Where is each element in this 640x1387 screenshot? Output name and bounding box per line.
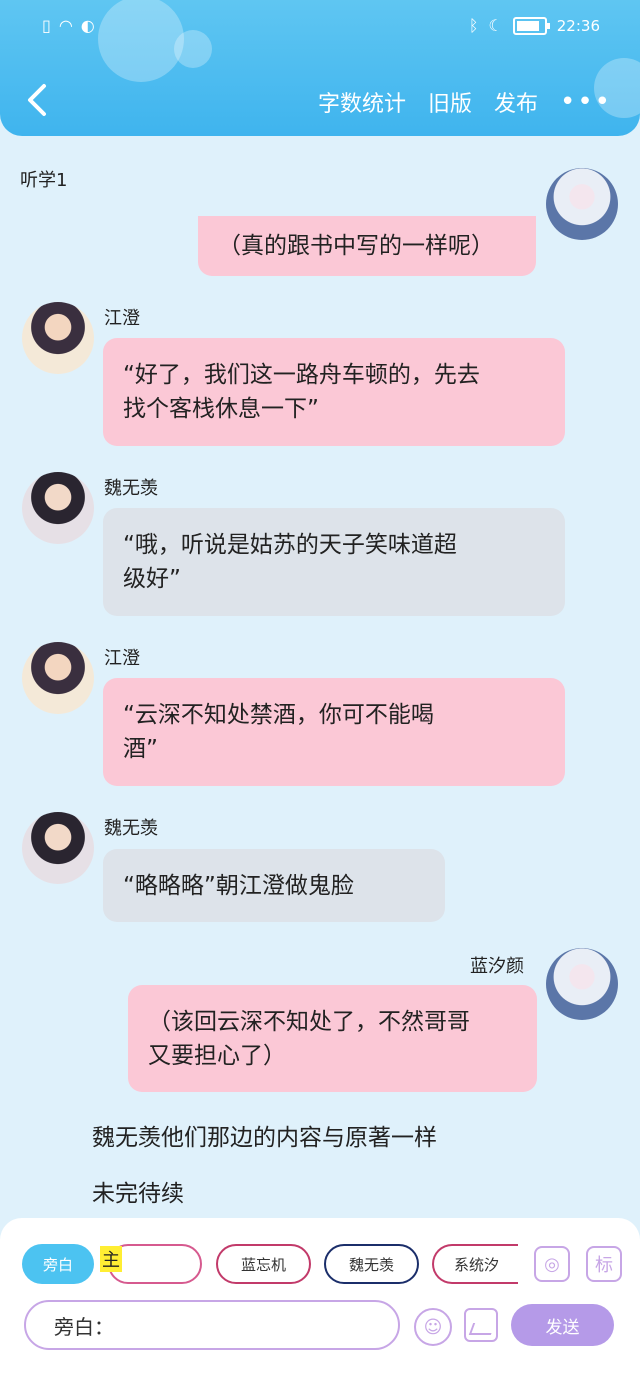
profile-button[interactable]: ◎	[534, 1246, 570, 1282]
chevron-left-icon	[28, 84, 46, 116]
send-button[interactable]: 发送	[511, 1304, 614, 1346]
bluetooth-icon: ᛒ	[468, 16, 479, 35]
role-chip-main-label: 主	[100, 1246, 122, 1272]
nav-bar: 字数统计 旧版 发布 •••	[0, 78, 640, 130]
message-line: 又要担心了）	[148, 1043, 286, 1069]
profile-icon: ◎	[544, 1253, 560, 1275]
moon-icon: ☾	[488, 16, 503, 35]
message-line: “云深不知处禁酒，你可不能喝	[123, 702, 434, 728]
avatar[interactable]	[22, 812, 94, 884]
role-chip-main[interactable]	[108, 1244, 202, 1284]
narration-text: 未完待续	[92, 1181, 184, 1207]
tag-icon: 标	[595, 1255, 613, 1276]
more-menu-button[interactable]: •••	[560, 89, 612, 115]
avatar[interactable]	[22, 472, 94, 544]
sender-name: 魏无羡	[104, 818, 158, 839]
avatar[interactable]	[22, 302, 94, 374]
emoji-button[interactable]: ☺	[414, 1308, 452, 1346]
status-time: 22:36	[556, 16, 600, 35]
message-input[interactable]: 旁白：	[24, 1300, 400, 1350]
message-line: （该回云深不知处了，不然哥哥	[148, 1009, 470, 1035]
message-line: “略略略”朝江澄做鬼脸	[123, 872, 354, 899]
avatar[interactable]	[546, 168, 618, 240]
chat-title: 听学1	[20, 170, 68, 191]
wifi-icon: ◠	[58, 16, 73, 35]
message-text: （真的跟书中写的一样呢）	[218, 233, 494, 259]
sender-name: 江澄	[104, 308, 140, 329]
tag-button[interactable]: 标	[586, 1246, 622, 1282]
role-chip-narration[interactable]: 旁白	[22, 1244, 94, 1284]
publish-button[interactable]: 发布	[494, 86, 538, 118]
avatar[interactable]	[22, 642, 94, 714]
message-bubble: “略略略”朝江澄做鬼脸	[103, 849, 445, 922]
status-bar: ▯ ◠ ◐ ᛒ ☾ 22:36	[0, 10, 640, 46]
message-bubble: （该回云深不知处了，不然哥哥 又要担心了）	[128, 985, 537, 1092]
old-version-button[interactable]: 旧版	[428, 86, 472, 118]
message-bubble: “云深不知处禁酒，你可不能喝 酒”	[103, 678, 565, 786]
sender-name: 江澄	[104, 648, 140, 669]
header-bar: ▯ ◠ ◐ ᛒ ☾ 22:36 字数统计 旧版 发布 •••	[0, 0, 640, 136]
sim-alert-icon: ▯	[42, 16, 51, 35]
message-line: 级好”	[123, 566, 181, 592]
sender-name: 魏无羡	[104, 478, 158, 499]
image-button[interactable]	[464, 1308, 498, 1342]
word-count-button[interactable]: 字数统计	[318, 86, 406, 118]
smile-icon: ☺	[423, 1316, 443, 1338]
message-bubble: （真的跟书中写的一样呢）	[198, 216, 536, 276]
message-bubble: “哦，听说是姑苏的天子笑味道超 级好”	[103, 508, 565, 616]
message-line: “哦，听说是姑苏的天子笑味道超	[123, 532, 457, 558]
narration-text: 魏无羡他们那边的内容与原著一样	[92, 1125, 437, 1151]
role-chip-lan-wangji[interactable]: 蓝忘机	[216, 1244, 311, 1284]
message-line: “好了，我们这一路舟车顿的，先去	[123, 362, 480, 388]
battery-icon	[512, 16, 550, 35]
message-line: 找个客栈休息一下”	[123, 396, 319, 422]
role-chip-wei-wuxian[interactable]: 魏无羡	[324, 1244, 419, 1284]
input-role-prefix: 旁白：	[54, 1314, 114, 1339]
avatar[interactable]	[546, 948, 618, 1020]
sender-name: 蓝汐颜	[470, 956, 524, 977]
app-notification-icon: ◐	[80, 16, 95, 35]
message-bubble: “好了，我们这一路舟车顿的，先去 找个客栈休息一下”	[103, 338, 565, 446]
message-line: 酒”	[123, 736, 158, 762]
role-chip-system[interactable]: 系统汐	[432, 1244, 518, 1284]
back-button[interactable]	[22, 80, 58, 124]
